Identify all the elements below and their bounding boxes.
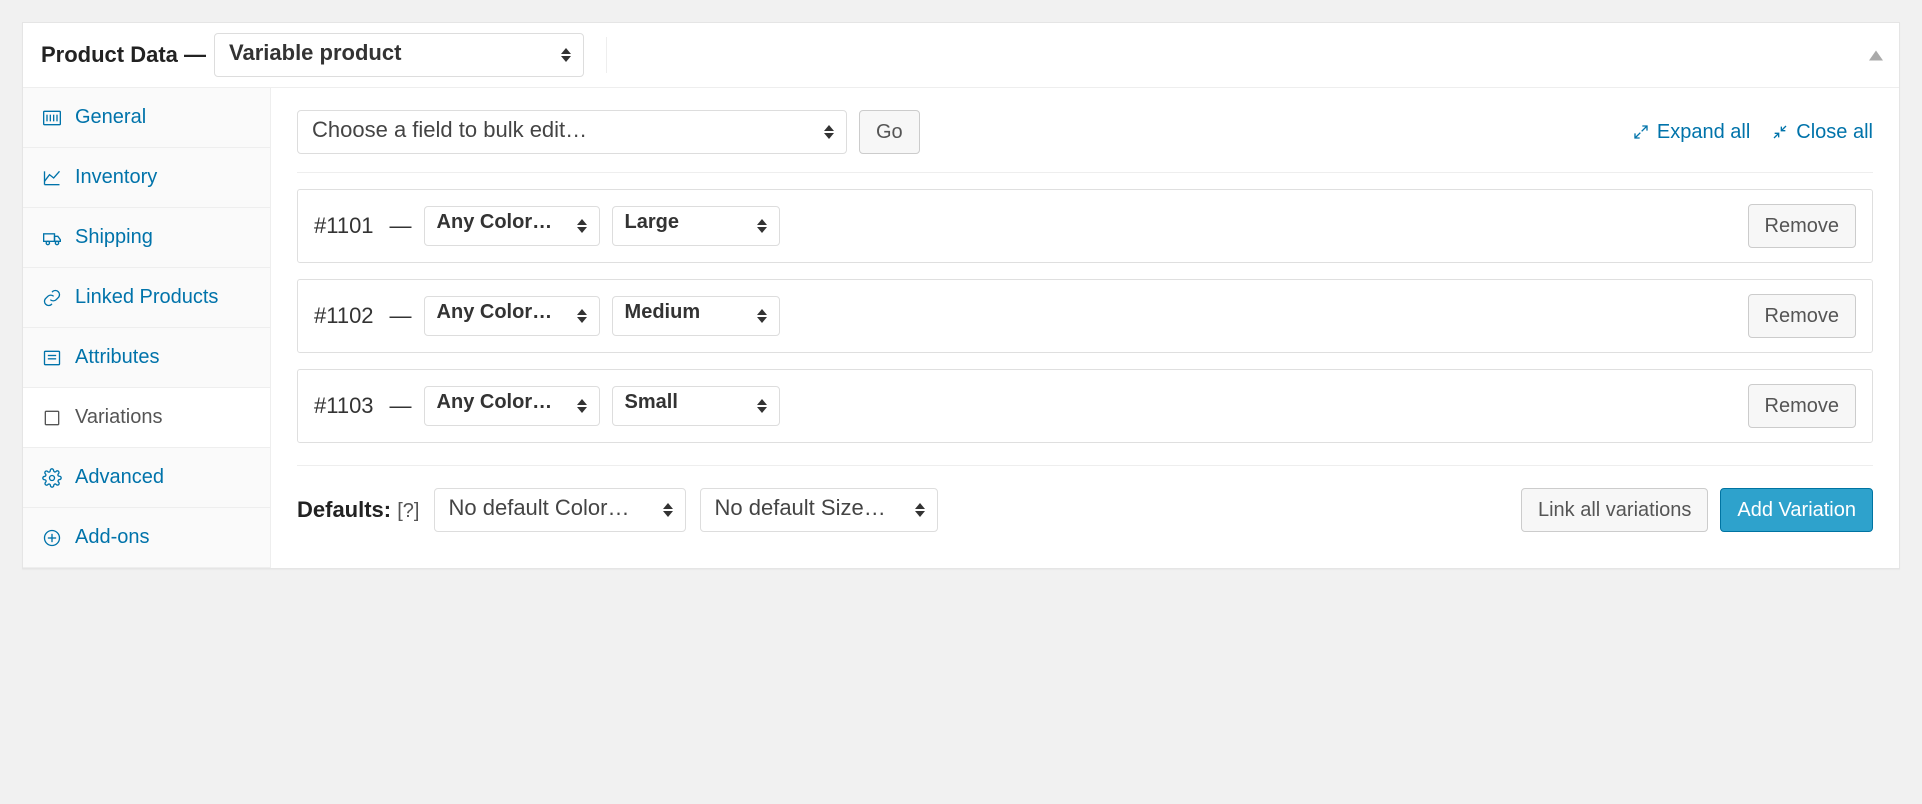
dash-separator: — <box>390 213 412 239</box>
variation-id: #1103 <box>314 393 374 419</box>
plus-circle-icon <box>41 527 63 549</box>
variation-id: #1102 <box>314 303 374 329</box>
bulk-edit-select[interactable]: Choose a field to bulk edit… <box>297 110 847 154</box>
list-icon <box>41 347 63 369</box>
link-icon <box>41 287 63 309</box>
tab-shipping[interactable]: Shipping <box>23 208 270 268</box>
tab-label: Add-ons <box>75 526 150 549</box>
expand-all-link[interactable]: Expand all <box>1633 121 1750 144</box>
tab-variations[interactable]: Variations <box>23 388 270 448</box>
variation-row[interactable]: #1102 — Any Color… Medium Remove <box>297 279 1873 353</box>
variation-size-select[interactable]: Medium <box>612 296 780 336</box>
collapse-icon <box>1772 124 1788 140</box>
help-icon[interactable]: [?] <box>397 500 419 523</box>
tab-label: Variations <box>75 406 162 429</box>
tab-label: Linked Products <box>75 286 218 309</box>
product-tabs: General Inventory Shipping Linked Produc… <box>23 88 271 568</box>
link-all-variations-button[interactable]: Link all variations <box>1521 488 1708 532</box>
tab-attributes[interactable]: Attributes <box>23 328 270 388</box>
barcode-icon <box>41 107 63 129</box>
tab-label: Inventory <box>75 166 157 189</box>
default-color-select[interactable]: No default Color… <box>434 488 686 532</box>
dash-separator: — <box>390 303 412 329</box>
dash-separator: — <box>390 393 412 419</box>
variations-content: Choose a field to bulk edit… Go Expand a… <box>271 88 1899 568</box>
variation-row[interactable]: #1103 — Any Color… Small Remove <box>297 369 1873 443</box>
close-all-link[interactable]: Close all <box>1772 121 1873 144</box>
variation-id: #1101 <box>314 213 374 239</box>
panel-header: Product Data — Variable product <box>23 23 1899 88</box>
defaults-row: Defaults: [?] No default Color… No defau… <box>297 465 1873 532</box>
tab-label: Attributes <box>75 346 159 369</box>
tab-linked-products[interactable]: Linked Products <box>23 268 270 328</box>
remove-variation-button[interactable]: Remove <box>1748 294 1856 338</box>
product-data-panel: Product Data — Variable product General <box>22 22 1900 569</box>
tab-inventory[interactable]: Inventory <box>23 148 270 208</box>
remove-variation-button[interactable]: Remove <box>1748 384 1856 428</box>
add-variation-button[interactable]: Add Variation <box>1720 488 1873 532</box>
truck-icon <box>41 227 63 249</box>
tab-label: General <box>75 106 146 129</box>
tab-label: Advanced <box>75 466 164 489</box>
panel-body: General Inventory Shipping Linked Produc… <box>23 88 1899 568</box>
variation-size-select[interactable]: Small <box>612 386 780 426</box>
header-divider <box>606 37 607 73</box>
defaults-label: Defaults: [?] <box>297 497 420 523</box>
collapse-panel-icon[interactable] <box>1869 45 1883 66</box>
square-icon <box>41 407 63 429</box>
variation-color-select[interactable]: Any Color… <box>424 206 600 246</box>
go-button[interactable]: Go <box>859 110 920 154</box>
tab-general[interactable]: General <box>23 88 270 148</box>
bulk-edit-toolbar: Choose a field to bulk edit… Go Expand a… <box>297 110 1873 173</box>
variation-size-select[interactable]: Large <box>612 206 780 246</box>
variation-color-select[interactable]: Any Color… <box>424 386 600 426</box>
tab-advanced[interactable]: Advanced <box>23 448 270 508</box>
expand-icon <box>1633 124 1649 140</box>
product-type-select[interactable]: Variable product <box>214 33 584 77</box>
panel-title: Product Data — <box>41 42 206 68</box>
variation-color-select[interactable]: Any Color… <box>424 296 600 336</box>
variation-row[interactable]: #1101 — Any Color… Large Remove <box>297 189 1873 263</box>
tab-addons[interactable]: Add-ons <box>23 508 270 568</box>
default-size-select[interactable]: No default Size… <box>700 488 938 532</box>
gear-icon <box>41 467 63 489</box>
remove-variation-button[interactable]: Remove <box>1748 204 1856 248</box>
tab-label: Shipping <box>75 226 153 249</box>
chart-icon <box>41 167 63 189</box>
